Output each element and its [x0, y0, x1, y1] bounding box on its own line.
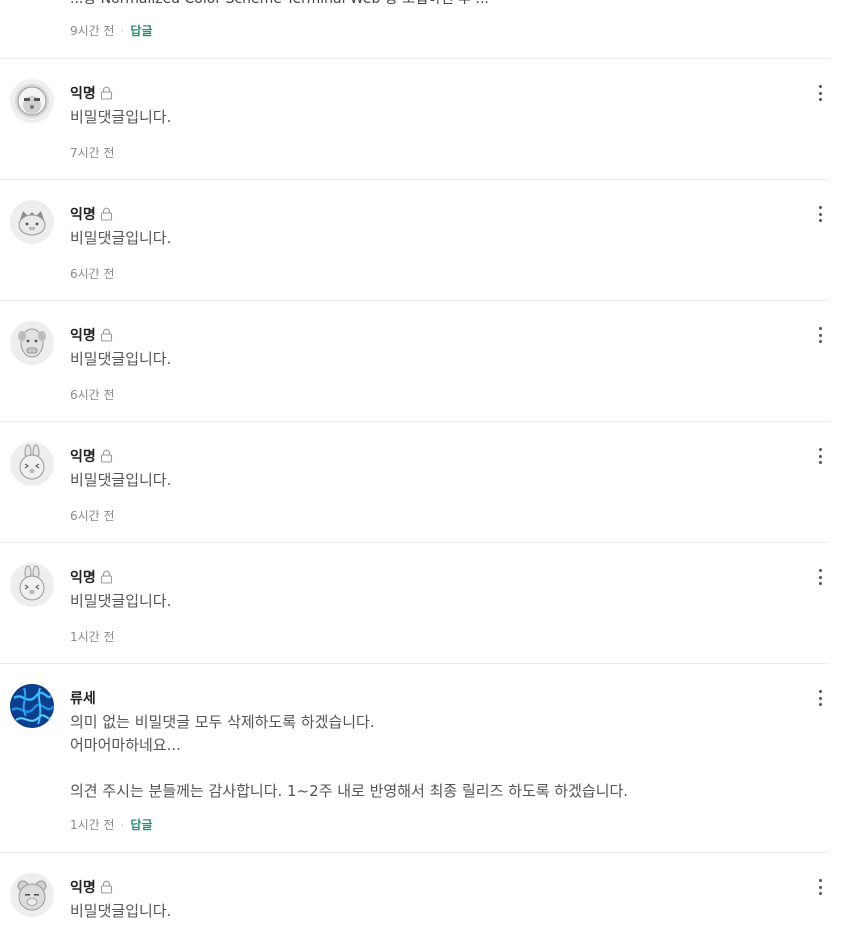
comment-time: 7시간 전 [70, 146, 115, 160]
comment-meta: 6시간 전 [70, 507, 115, 524]
lock-icon [100, 207, 112, 221]
more-options-icon[interactable] [815, 206, 825, 222]
reply-link[interactable]: 답글 [130, 816, 152, 833]
cat-character-icon [10, 200, 54, 244]
comment-item: 익명 비밀댓글입니다. 1시간 전 [0, 543, 829, 664]
comment-time: 6시간 전 [70, 388, 115, 402]
more-options-icon[interactable] [815, 569, 825, 585]
comment-body: 비밀댓글입니다. [70, 471, 172, 489]
blue-abstract-avatar [10, 684, 54, 728]
comment-author: 익명 [70, 83, 113, 103]
comment-time: 9시간 전 [70, 24, 115, 38]
comment-time: 1시간 전 [70, 630, 115, 644]
lock-icon [100, 880, 112, 894]
more-options-icon[interactable] [815, 690, 825, 706]
comment-body: 비밀댓글입니다. [70, 108, 172, 126]
more-options-icon[interactable] [815, 879, 825, 895]
rabbit-character-icon [10, 442, 54, 486]
ryan-afro-icon [10, 79, 54, 123]
comment-item: 익명 비밀댓글입니다. 6시간 전 [0, 180, 829, 301]
meta-separator: · [120, 23, 125, 38]
comment-author: 류세 [70, 691, 96, 707]
more-options-icon[interactable] [815, 448, 825, 464]
meta-separator: · [120, 817, 125, 832]
comment-body: 비밀댓글입니다. [70, 902, 172, 920]
lock-icon [100, 328, 112, 342]
comment-meta: 6시간 전 [70, 386, 115, 403]
comment-body: 비밀댓글입니다. [70, 229, 172, 247]
ryan-bear-icon [10, 873, 54, 917]
more-options-icon[interactable] [815, 327, 825, 343]
comment-time: 6시간 전 [70, 267, 115, 281]
comment-author: 익명 [70, 877, 113, 897]
comment-time: 6시간 전 [70, 509, 115, 523]
lock-icon [100, 570, 112, 584]
comment-body: 의미 없는 비밀댓글 모두 삭제하도록 하겠습니다. 어마어마하네요... 의견… [70, 713, 629, 800]
comment-item: 익명 비밀댓글입니다. 7시간 전 [0, 59, 829, 180]
more-options-icon[interactable] [815, 85, 825, 101]
comment-item: 류세 의미 없는 비밀댓글 모두 삭제하도록 하겠습니다. 어마어마하네요...… [0, 664, 829, 853]
lock-icon [100, 449, 112, 463]
comment-author: 익명 [70, 446, 113, 466]
comment-meta: 6시간 전 [70, 265, 115, 282]
reply-link[interactable]: 답글 [130, 22, 152, 39]
comment-meta: 9시간 전 · 답글 [70, 22, 153, 39]
comment-item: 익명 비밀댓글입니다. 6시간 전 [0, 422, 829, 543]
comment-meta: 1시간 전 [70, 628, 115, 645]
comment-author: 익명 [70, 204, 113, 224]
comment-item: 익명 비밀댓글입니다. [0, 853, 829, 933]
comment-meta: 1시간 전 · 답글 [70, 816, 153, 833]
comment-author: 익명 [70, 567, 113, 587]
comment-item: 익명 비밀댓글입니다. 6시간 전 [0, 301, 829, 422]
comment-time: 1시간 전 [70, 818, 115, 832]
comment-meta: 7시간 전 [70, 144, 115, 161]
lock-icon [100, 86, 112, 100]
comment-author: 익명 [70, 325, 113, 345]
comment-body: 비밀댓글입니다. [70, 350, 172, 368]
comment-body: ...용 Normalized Color Scheme Terminal We… [70, 0, 489, 8]
rabbit-character-icon [10, 563, 54, 607]
dog-character-icon [10, 321, 54, 365]
comment-body: 비밀댓글입니다. [70, 592, 172, 610]
